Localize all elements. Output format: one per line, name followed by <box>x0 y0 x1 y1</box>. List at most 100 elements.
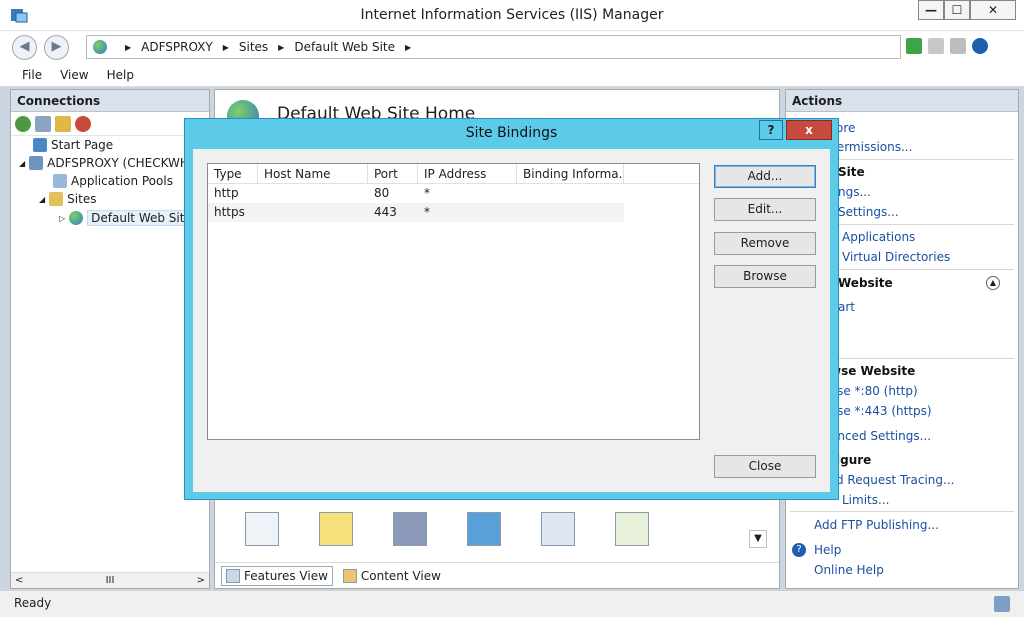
scroll-down-icon[interactable]: ▼ <box>749 530 767 548</box>
breadcrumb-root-arrow[interactable]: ▶ <box>115 43 141 52</box>
help-dropdown-icon[interactable] <box>972 38 988 54</box>
action-limits[interactable]: Limits... <box>842 493 889 507</box>
action-failed-request-tracing[interactable]: d Request Tracing... <box>836 473 954 487</box>
cell-binding-information <box>517 203 624 222</box>
close-window-button[interactable]: ✕ <box>970 0 1016 20</box>
cell-ip-address: * <box>424 186 430 200</box>
action-edit-permissions[interactable]: Permissions... <box>830 140 912 154</box>
request-filtering-icon[interactable] <box>393 512 427 546</box>
bindings-list[interactable]: Type Host Name Port IP Address Binding I… <box>207 163 700 440</box>
action-view-virtual-directories[interactable]: Virtual Directories <box>842 250 950 264</box>
breadcrumb-item-sites[interactable]: Sites ▶ <box>239 40 294 54</box>
toolbar-icons <box>906 38 988 54</box>
action-restart[interactable]: art <box>838 300 855 314</box>
section-browse-website: wse Website <box>830 364 916 378</box>
chevron-up-icon[interactable]: ▲ <box>986 276 1000 290</box>
action-browse-443[interactable]: vse *:443 (https) <box>830 404 932 418</box>
tree-item-server[interactable]: ◢ ADFSPROXY (CHECKWHA <box>19 156 197 170</box>
url-rewrite-icon[interactable] <box>467 512 501 546</box>
table-row[interactable]: http 80 * <box>208 184 699 203</box>
menu-file[interactable]: File <box>22 68 42 82</box>
column-header-host-name[interactable]: Host Name <box>258 164 368 183</box>
action-help[interactable]: Help <box>814 543 841 557</box>
chevron-right-icon: ▶ <box>278 42 285 52</box>
connections-tree: Start Page ◢ ADFSPROXY (CHECKWHA Applica… <box>11 136 209 562</box>
view-switcher: Features View Content View <box>215 562 779 588</box>
server-icon <box>29 156 44 170</box>
tab-label: Content View <box>360 568 441 583</box>
section-manage-website: Website <box>838 276 893 290</box>
stop-icon[interactable] <box>928 38 944 54</box>
breadcrumb-item-server[interactable]: ADFSPROXY ▶ <box>141 40 239 54</box>
expand-arrow-icon[interactable]: ▷ <box>59 214 65 223</box>
menu-bar: File View Help <box>0 63 1024 87</box>
tree-item-default-web-site[interactable]: ▷ Default Web Site <box>59 210 196 226</box>
error-pages-icon[interactable] <box>319 512 353 546</box>
dialog-title: Site Bindings <box>465 125 558 141</box>
cell-ip-address: * <box>424 205 430 219</box>
column-header-binding-information[interactable]: Binding Informa... <box>517 164 624 183</box>
cell-type: https <box>214 205 245 219</box>
dialog-help-button[interactable]: ? <box>759 120 783 140</box>
cell-port: 80 <box>374 186 390 200</box>
scroll-right-icon[interactable]: > <box>197 575 205 586</box>
remove-binding-button[interactable]: Remove <box>714 232 816 255</box>
breadcrumb-label: Default Web Site <box>294 40 396 54</box>
scroll-left-icon[interactable]: < <box>15 575 23 586</box>
tree-item-start-page[interactable]: Start Page <box>33 138 113 152</box>
tree-item-application-pools[interactable]: Application Pools <box>53 174 173 188</box>
cell-type: http <box>214 186 239 200</box>
horizontal-scrollbar[interactable]: < III > <box>11 572 209 588</box>
collapse-arrow-icon[interactable]: ◢ <box>39 195 45 204</box>
up-folder-icon[interactable] <box>55 115 71 132</box>
back-button[interactable]: ◀ <box>12 35 37 60</box>
tree-item-sites[interactable]: ◢ Sites <box>39 192 96 206</box>
maximize-button[interactable]: ☐ <box>944 0 970 20</box>
tab-content-view[interactable]: Content View <box>339 567 445 585</box>
browse-binding-button[interactable]: Browse <box>714 265 816 288</box>
collapse-arrow-icon[interactable]: ◢ <box>19 159 25 168</box>
action-advanced-settings[interactable]: anced Settings... <box>830 429 931 443</box>
home-icon[interactable] <box>950 38 966 54</box>
start-page-icon <box>33 138 47 152</box>
bindings-list-header: Type Host Name Port IP Address Binding I… <box>208 164 699 184</box>
globe-icon <box>69 211 84 225</box>
scroll-thumb[interactable]: III <box>106 575 115 586</box>
tree-label: Application Pools <box>71 174 173 188</box>
forward-button[interactable]: ▶ <box>44 35 69 60</box>
tree-label: Start Page <box>51 138 114 152</box>
refresh-icon[interactable] <box>906 38 922 54</box>
action-basic-settings[interactable]: Settings... <box>838 205 899 219</box>
menu-view[interactable]: View <box>60 68 88 82</box>
edit-binding-button[interactable]: Edit... <box>714 198 816 221</box>
default-document-icon[interactable] <box>615 512 649 546</box>
cell-host-name <box>258 203 368 222</box>
action-browse-80[interactable]: vse *:80 (http) <box>830 384 918 398</box>
breadcrumb-label: Sites <box>238 40 269 54</box>
site-bindings-dialog: Site Bindings ? x Type Host Name Port IP… <box>184 118 839 500</box>
close-dialog-button[interactable]: Close <box>714 455 816 478</box>
connections-toolbar <box>11 112 209 136</box>
action-bindings[interactable]: ngs... <box>838 185 871 199</box>
save-icon[interactable] <box>35 115 51 132</box>
connect-icon[interactable] <box>15 115 31 132</box>
column-header-port[interactable]: Port <box>368 164 418 183</box>
dialog-close-button[interactable]: x <box>786 120 832 140</box>
disconnect-icon[interactable] <box>75 115 91 132</box>
column-header-ip-address[interactable]: IP Address <box>418 164 517 183</box>
globe-icon <box>93 40 107 54</box>
breadcrumb[interactable]: ▶ ADFSPROXY ▶ Sites ▶ Default Web Site ▶ <box>86 35 901 59</box>
logging-icon[interactable] <box>245 512 279 546</box>
column-header-type[interactable]: Type <box>208 164 258 183</box>
chevron-right-icon: ▶ <box>405 42 412 52</box>
minimize-button[interactable]: — <box>918 0 944 20</box>
add-binding-button[interactable]: Add... <box>714 165 816 188</box>
table-row[interactable]: https 443 * <box>208 203 624 222</box>
action-online-help[interactable]: Online Help <box>814 563 884 577</box>
breadcrumb-item-site[interactable]: Default Web Site ▶ <box>294 40 421 54</box>
action-view-applications[interactable]: Applications <box>842 230 915 244</box>
action-add-ftp-publishing[interactable]: Add FTP Publishing... <box>814 518 939 532</box>
modules-icon[interactable] <box>541 512 575 546</box>
menu-help[interactable]: Help <box>107 68 134 82</box>
tab-features-view[interactable]: Features View <box>221 565 333 586</box>
